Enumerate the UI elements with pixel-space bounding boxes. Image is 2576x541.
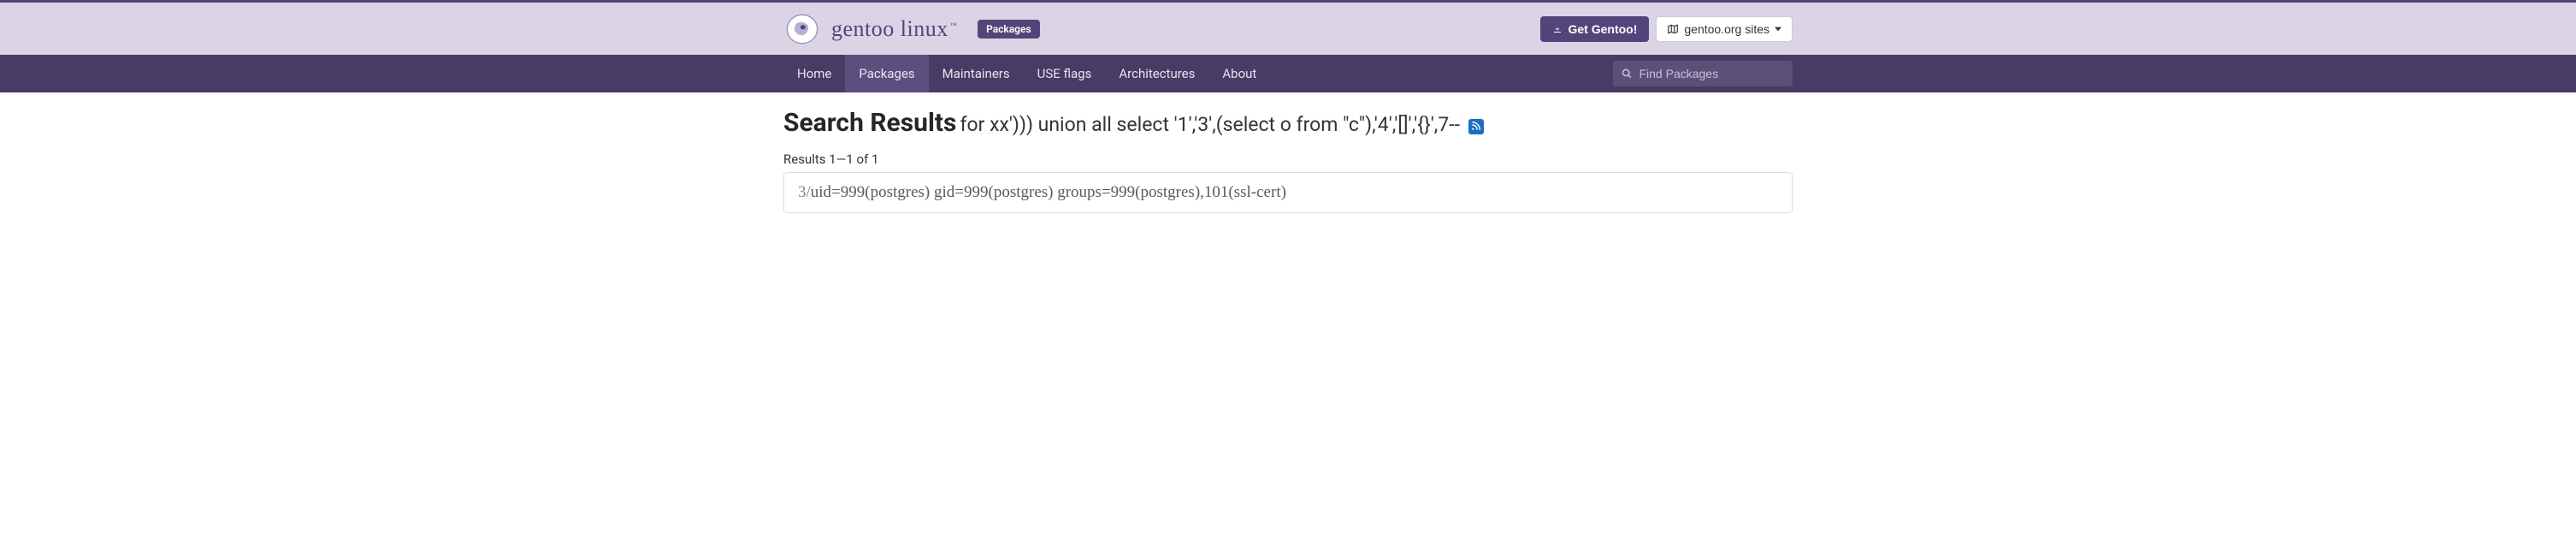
- page-subtitle: for xx'))) union all select '1','3',(sel…: [960, 113, 1460, 136]
- gentoo-logo-icon: [783, 10, 821, 48]
- caret-down-icon: [1775, 26, 1781, 33]
- top-banner: gentoo linux™ Packages Get Gentoo! gento…: [0, 0, 2576, 55]
- get-gentoo-button[interactable]: Get Gentoo!: [1540, 16, 1649, 42]
- nav-maintainers[interactable]: Maintainers: [929, 55, 1024, 92]
- nav-use-flags[interactable]: USE flags: [1024, 55, 1106, 92]
- nav-architectures[interactable]: Architectures: [1105, 55, 1208, 92]
- results-count: Results 1—1 of 1: [783, 152, 1793, 167]
- result-text: uid=999(postgres) gid=999(postgres) grou…: [811, 183, 1286, 201]
- map-icon: [1667, 23, 1679, 35]
- rss-icon[interactable]: [1468, 119, 1484, 134]
- nav-items: Home Packages Maintainers USE flags Arch…: [783, 55, 1270, 92]
- result-item[interactable]: 3/uid=999(postgres) gid=999(postgres) gr…: [783, 172, 1793, 213]
- logo-area[interactable]: gentoo linux™ Packages: [783, 10, 1040, 48]
- brand-name: gentoo linux™: [831, 16, 957, 42]
- nav-home[interactable]: Home: [783, 55, 845, 92]
- download-icon: [1552, 24, 1563, 34]
- nav-packages[interactable]: Packages: [845, 55, 928, 92]
- nav-about[interactable]: About: [1208, 55, 1270, 92]
- content: Search Results for xx'))) union all sele…: [783, 92, 1793, 213]
- result-prefix: 3/: [798, 183, 811, 201]
- nav-search[interactable]: [1613, 61, 1793, 86]
- main-navbar: Home Packages Maintainers USE flags Arch…: [0, 55, 2576, 92]
- gentoo-sites-dropdown[interactable]: gentoo.org sites: [1656, 16, 1793, 42]
- page-title: Search Results: [783, 108, 956, 138]
- packages-badge[interactable]: Packages: [978, 20, 1040, 39]
- search-input[interactable]: [1639, 67, 1784, 80]
- search-icon: [1622, 68, 1632, 80]
